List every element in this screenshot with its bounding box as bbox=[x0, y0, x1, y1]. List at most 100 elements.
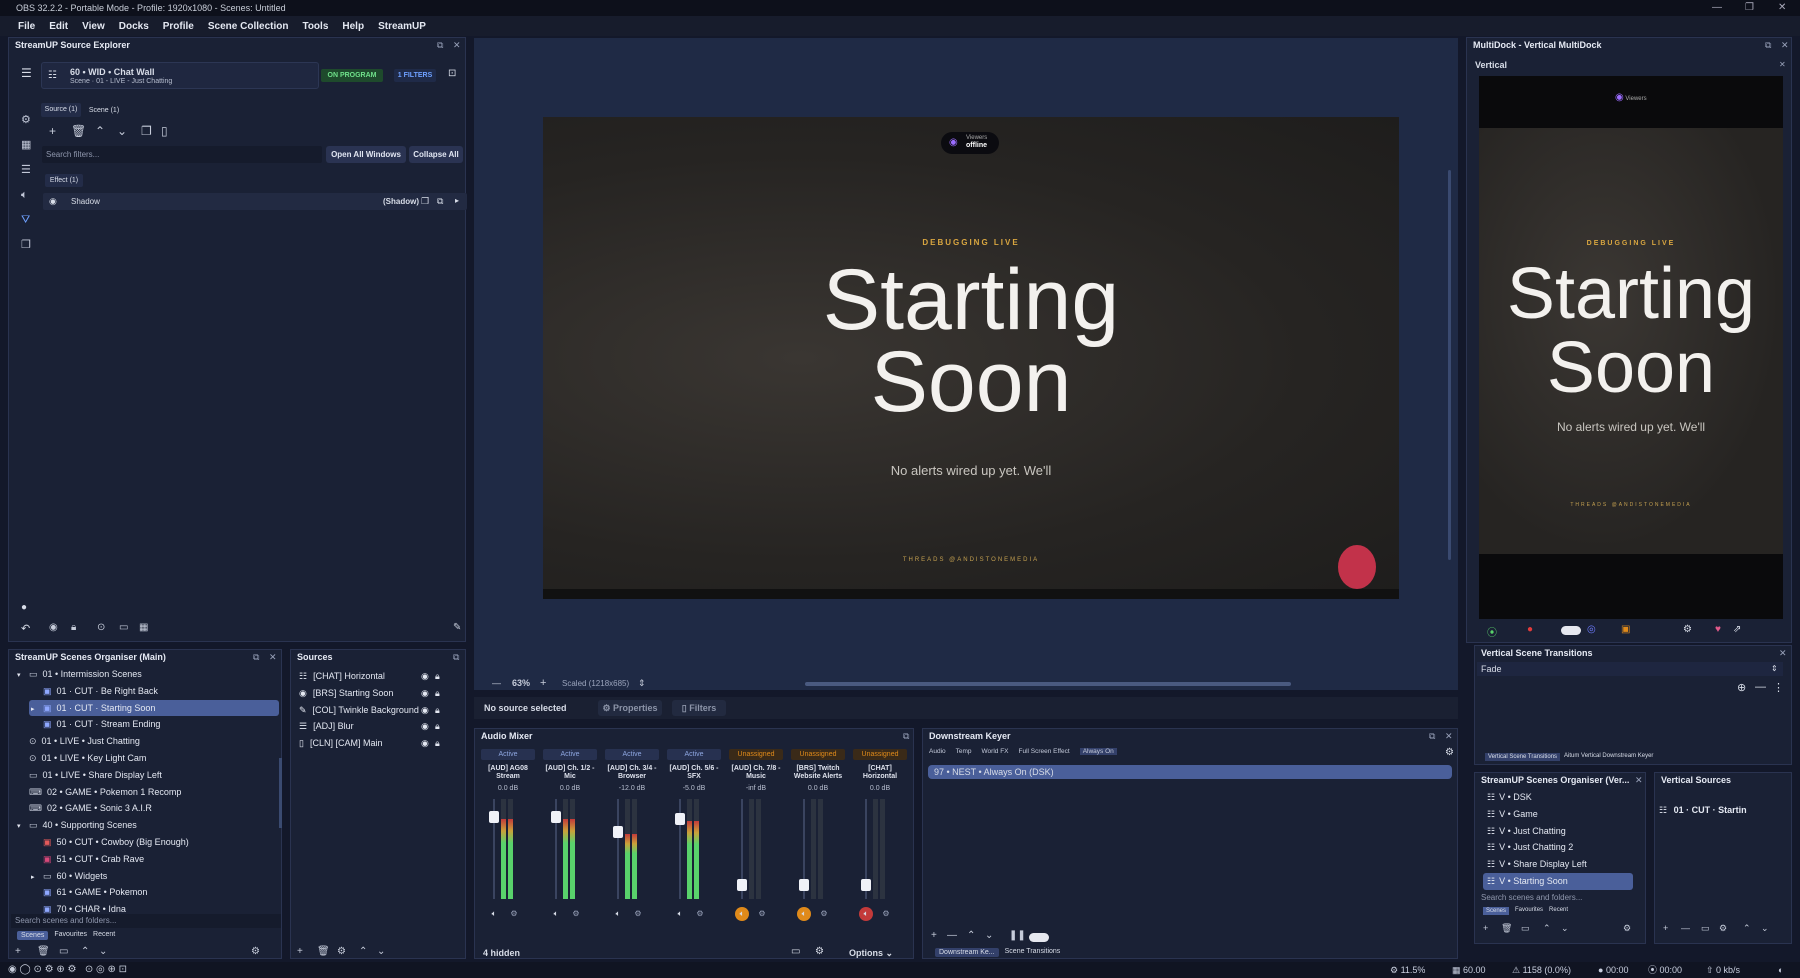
dsk-remove-icon[interactable]: — bbox=[947, 930, 957, 941]
menu-edit[interactable]: Edit bbox=[49, 21, 68, 32]
vgear-icon[interactable]: ⚙ bbox=[1623, 923, 1631, 934]
scene-item[interactable]: ⌨ 02 • GAME • Pokemon 1 Recomp bbox=[11, 784, 279, 801]
monitor-icon[interactable]: ▭ bbox=[119, 622, 128, 633]
program-preview[interactable]: ◉ Viewers offline DEBUGGING LIVE Startin… bbox=[543, 117, 1399, 599]
mixer-gear-icon[interactable]: ⚙ bbox=[815, 946, 824, 957]
channel-status[interactable]: Active bbox=[543, 749, 597, 760]
scene-item[interactable]: ▣ 51 • CUT • Crab Rave bbox=[11, 851, 279, 868]
channel-gear-icon[interactable]: ⚙ bbox=[631, 907, 645, 921]
add-source-icon[interactable]: + bbox=[297, 946, 303, 957]
vertical-gear-icon[interactable]: ⚙ bbox=[1683, 624, 1692, 635]
scene-item[interactable]: ▣ 61 • GAME • Pokemon bbox=[11, 884, 279, 901]
filters-badge[interactable]: 1 FILTERS bbox=[394, 69, 436, 82]
menu-docks[interactable]: Docks bbox=[119, 21, 149, 32]
channel-status[interactable]: Active bbox=[481, 749, 535, 760]
float-icon[interactable]: ⧉ bbox=[253, 650, 259, 664]
fader-handle[interactable] bbox=[675, 813, 685, 825]
float-icon[interactable]: ⧉ bbox=[453, 650, 459, 664]
dsk-up-icon[interactable]: ⌃ bbox=[967, 930, 975, 941]
scene-item[interactable]: ▾ ▭ 01 • Intermission Scenes bbox=[11, 666, 279, 683]
tab-vertical-transitions[interactable]: Vertical Scene Transitions bbox=[1485, 753, 1561, 761]
undo-icon[interactable]: ↶ bbox=[21, 622, 30, 635]
tab-scene-transitions[interactable]: Scene Transitions bbox=[1005, 948, 1061, 957]
close-dock-icon[interactable]: ✕ bbox=[1779, 646, 1787, 660]
search-filters-input[interactable]: Search filters... bbox=[42, 146, 322, 163]
tab-downstream-keyer[interactable]: Downstream Ke... bbox=[935, 948, 999, 957]
scene-item[interactable]: ⌨ 02 • GAME • Sonic 3 A.I.R bbox=[11, 800, 279, 817]
tab-effect[interactable]: Effect (1) bbox=[45, 174, 83, 187]
float-icon[interactable]: ⧉ bbox=[437, 38, 443, 52]
close-dock-icon[interactable]: ✕ bbox=[453, 38, 461, 52]
dsk-gear-icon[interactable]: ⚙ bbox=[1445, 747, 1454, 758]
chat-icon[interactable]: ● bbox=[21, 602, 27, 613]
vertical-scrollbar[interactable] bbox=[1448, 170, 1451, 560]
channel-gear-icon[interactable]: ⚙ bbox=[755, 907, 769, 921]
dsk-item[interactable]: 97 • NEST • Always On (DSK) bbox=[928, 765, 1452, 779]
vs-up-icon[interactable]: ⌃ bbox=[1743, 923, 1751, 934]
vtab-recent[interactable]: Recent bbox=[1549, 907, 1568, 915]
dsk-pause-icon[interactable]: ❚❚ bbox=[1009, 930, 1026, 941]
lock-icon[interactable]: 🔒︎ bbox=[435, 735, 440, 752]
dsk-tab-worldfx[interactable]: World FX bbox=[982, 748, 1009, 755]
vertical-scene-item[interactable]: ☷ V • Starting Soon bbox=[1483, 872, 1633, 890]
scene-item[interactable]: ▣ 01 · CUT · Be Right Back bbox=[11, 683, 279, 700]
preview-icon[interactable]: ⊡ bbox=[448, 68, 456, 79]
vertical-preview[interactable]: ◉ Viewers DEBUGGING LIVE Starting Soon N… bbox=[1479, 76, 1783, 619]
close-dock-icon[interactable]: ✕ bbox=[1445, 729, 1453, 743]
scene-item[interactable]: ▣ 50 • CUT • Cowboy (Big Enough) bbox=[11, 834, 279, 851]
vertical-search-input[interactable]: Search scenes and folders... bbox=[1477, 891, 1643, 905]
gear-icon[interactable]: ⚙ bbox=[21, 108, 31, 133]
zoom-out-icon[interactable]: — bbox=[492, 678, 501, 688]
vs-remove-icon[interactable]: — bbox=[1681, 923, 1690, 933]
vs-add-icon[interactable]: + bbox=[1663, 923, 1668, 933]
vertical-toggle[interactable] bbox=[1561, 626, 1581, 635]
menu-file[interactable]: File bbox=[18, 21, 35, 32]
vertical-scene-item[interactable]: ☷ V • Share Display Left bbox=[1483, 856, 1633, 873]
scene-item[interactable]: ⊙ 01 • LIVE • Key Light Cam bbox=[11, 750, 279, 767]
speaker-icon[interactable]: 🔈︎ bbox=[611, 907, 625, 921]
vremove-icon[interactable]: 🗑︎ bbox=[1501, 923, 1512, 934]
scene-item[interactable]: ▣ 01 · CUT · Stream Ending bbox=[11, 716, 279, 733]
lock-icon[interactable]: 🔒︎ bbox=[435, 685, 440, 702]
fader-handle[interactable] bbox=[613, 826, 623, 838]
fader-handle[interactable] bbox=[861, 879, 871, 891]
window-icon[interactable]: ⧉ bbox=[437, 196, 443, 207]
options-button[interactable]: Options ⌄ bbox=[849, 948, 893, 959]
vertical-scene-item[interactable]: ☷ V • DSK bbox=[1483, 789, 1633, 806]
source-item[interactable]: ✎ [COL] Twinkle Background ◉ 🔒︎ bbox=[293, 702, 463, 719]
close-dock-icon[interactable]: ✕ bbox=[1635, 773, 1643, 787]
filter-icon[interactable]: ⛛ bbox=[21, 208, 31, 233]
channel-status[interactable]: Unassigned bbox=[791, 749, 845, 760]
eye-icon[interactable]: ◉ bbox=[421, 735, 429, 752]
vadd-icon[interactable]: + bbox=[1483, 923, 1488, 933]
close-dock-icon[interactable]: ✕ bbox=[1781, 38, 1789, 52]
muted-speaker-icon[interactable]: 🔈︎ bbox=[859, 907, 873, 921]
virtualcam-icon[interactable]: ◎ bbox=[1587, 624, 1596, 635]
vertical-source-item[interactable]: ☷ 01 · CUT · Startin bbox=[1659, 802, 1789, 819]
speaker-icon[interactable]: 🔈︎ bbox=[797, 907, 811, 921]
channel-status[interactable]: Active bbox=[667, 749, 721, 760]
dsk-down-icon[interactable]: ⌄ bbox=[985, 930, 993, 941]
dsk-add-icon[interactable]: + bbox=[931, 930, 937, 941]
hamburger-icon[interactable]: ☰ bbox=[21, 66, 32, 80]
spin-icon[interactable]: ⇕ bbox=[638, 678, 646, 689]
close-dock-icon[interactable]: ✕ bbox=[269, 650, 277, 664]
trash-icon[interactable]: 🗑︎ bbox=[71, 124, 86, 138]
tab-scene[interactable]: Scene (1) bbox=[84, 104, 124, 118]
menu-streamup[interactable]: StreamUP bbox=[378, 21, 426, 32]
tab-recent[interactable]: Recent bbox=[93, 931, 115, 940]
more-icon[interactable]: ⋮ bbox=[1773, 681, 1784, 694]
channel-gear-icon[interactable]: ⚙ bbox=[879, 907, 893, 921]
speaker-icon[interactable]: 🔈︎ bbox=[735, 907, 749, 921]
vup-icon[interactable]: ⌃ bbox=[1543, 923, 1551, 934]
expand-icon[interactable]: ▸ bbox=[455, 196, 459, 205]
filters-button[interactable]: ▯ Filters bbox=[672, 700, 726, 716]
grid-icon[interactable]: ▦ bbox=[21, 133, 31, 158]
add-icon[interactable]: + bbox=[49, 124, 56, 138]
remove-scene-icon[interactable]: 🗑︎ bbox=[37, 946, 50, 957]
tab-scenes[interactable]: Scenes bbox=[17, 931, 49, 940]
transition-select[interactable]: Fade ⇕ bbox=[1477, 662, 1783, 676]
scene-item[interactable]: ▸ ▭ 60 • Widgets bbox=[11, 868, 279, 885]
filter-row[interactable]: ◉ Shadow (Shadow) ❐ ⧉ ▸ bbox=[43, 193, 467, 210]
lock-icon[interactable]: 🔒︎ bbox=[435, 668, 440, 685]
